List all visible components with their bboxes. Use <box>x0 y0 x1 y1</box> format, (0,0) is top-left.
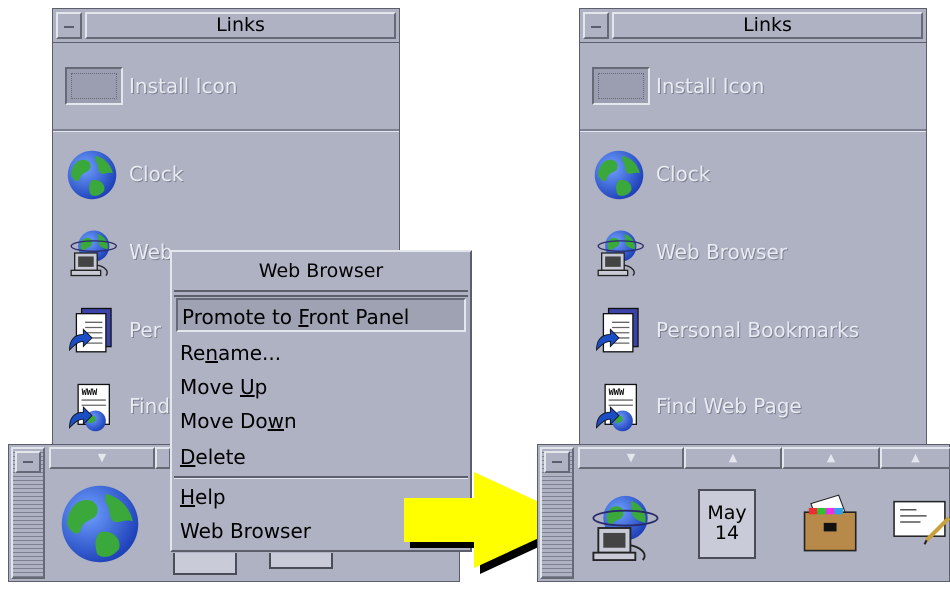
subpanel-title: Links <box>612 12 923 39</box>
install-icon-item[interactable]: Install Icon <box>53 47 399 125</box>
clock-label: Clock <box>129 162 184 186</box>
right-links-subpanel: Links Install Icon Clock Web Browser Per… <box>579 8 927 448</box>
install-icon-label: Install Icon <box>656 74 765 98</box>
subpanel-title: Links <box>85 12 396 39</box>
subpanel-minimize-button[interactable] <box>583 12 609 39</box>
front-panel-minimize-button[interactable] <box>544 451 570 473</box>
front-panel-minimize-button[interactable] <box>15 451 41 473</box>
menu-item-delete[interactable]: Delete <box>176 440 466 474</box>
subpanel-arrow-up[interactable]: ▲ <box>684 447 782 469</box>
bookmarks-icon <box>592 305 646 357</box>
globe-icon <box>592 149 646 201</box>
menu-item-move-down[interactable]: Move Down <box>176 404 466 438</box>
web-browser-item[interactable]: Web Browser <box>580 213 926 291</box>
install-icon-drop-zone[interactable] <box>592 67 650 105</box>
personal-bookmarks-label: Personal Bookmarks <box>656 318 860 342</box>
subpanel-minimize-button[interactable] <box>56 12 82 39</box>
calendar-day: 14 <box>714 522 740 544</box>
subpanel-arrow-up[interactable]: ▲ <box>880 447 950 469</box>
clock-item[interactable]: Clock <box>53 135 399 213</box>
clock-label: Clock <box>656 162 711 186</box>
menu-item-move-up[interactable]: Move Up <box>176 370 466 404</box>
find-web-page-icon <box>592 381 646 433</box>
panel-control-partial <box>269 553 333 569</box>
subpanel-arrow-up[interactable]: ▲ <box>782 447 880 469</box>
front-panel-handle[interactable] <box>11 447 45 579</box>
subpanel-arrow-down[interactable]: ▼ <box>49 447 155 469</box>
web-browser-label: Web <box>129 240 173 264</box>
install-icon-item[interactable]: Install Icon <box>580 47 926 125</box>
find-web-page-label: Find <box>129 394 170 418</box>
subpanel-titlebar: Links <box>53 9 399 43</box>
front-panel-handle[interactable] <box>540 447 574 579</box>
subpanel-arrow[interactable] <box>155 447 171 469</box>
calendar-month: May <box>707 502 747 524</box>
menu-item-promote-to-front-panel[interactable]: Promote to Front Panel <box>176 298 466 332</box>
subpanel-divider <box>580 129 926 132</box>
clock-item[interactable]: Clock <box>580 135 926 213</box>
menu-item-rename[interactable]: Rename... <box>176 336 466 370</box>
install-icon-label: Install Icon <box>129 74 238 98</box>
calendar-icon[interactable]: May 14 <box>698 489 756 559</box>
subpanel-arrow-down[interactable]: ▼ <box>578 447 684 469</box>
subpanel-divider <box>53 129 399 132</box>
bookmarks-icon <box>65 305 119 357</box>
text-editor-icon[interactable] <box>890 489 950 559</box>
install-icon-drop-zone[interactable] <box>65 67 123 105</box>
popup-menu-title-separator <box>174 290 468 297</box>
popup-menu-title: Web Browser <box>258 260 384 282</box>
file-manager-icon[interactable] <box>796 485 860 565</box>
web-browser-icon <box>592 227 646 279</box>
web-browser-icon <box>65 227 119 279</box>
globe-icon[interactable] <box>59 483 141 565</box>
find-web-page-label: Find Web Page <box>656 394 802 418</box>
personal-bookmarks-item[interactable]: Personal Bookmarks <box>580 291 926 369</box>
web-browser-icon[interactable] <box>586 481 660 575</box>
right-front-panel: ▼ ▲ ▲ ▲ May 14 <box>537 444 950 582</box>
panel-control-partial <box>173 553 237 575</box>
web-browser-label: Web Browser <box>656 240 788 264</box>
find-web-page-icon <box>65 381 119 433</box>
subpanel-titlebar: Links <box>580 9 926 43</box>
find-web-page-item[interactable]: Find Web Page <box>580 367 926 445</box>
personal-bookmarks-label: Per <box>129 318 161 342</box>
globe-icon <box>65 149 119 201</box>
